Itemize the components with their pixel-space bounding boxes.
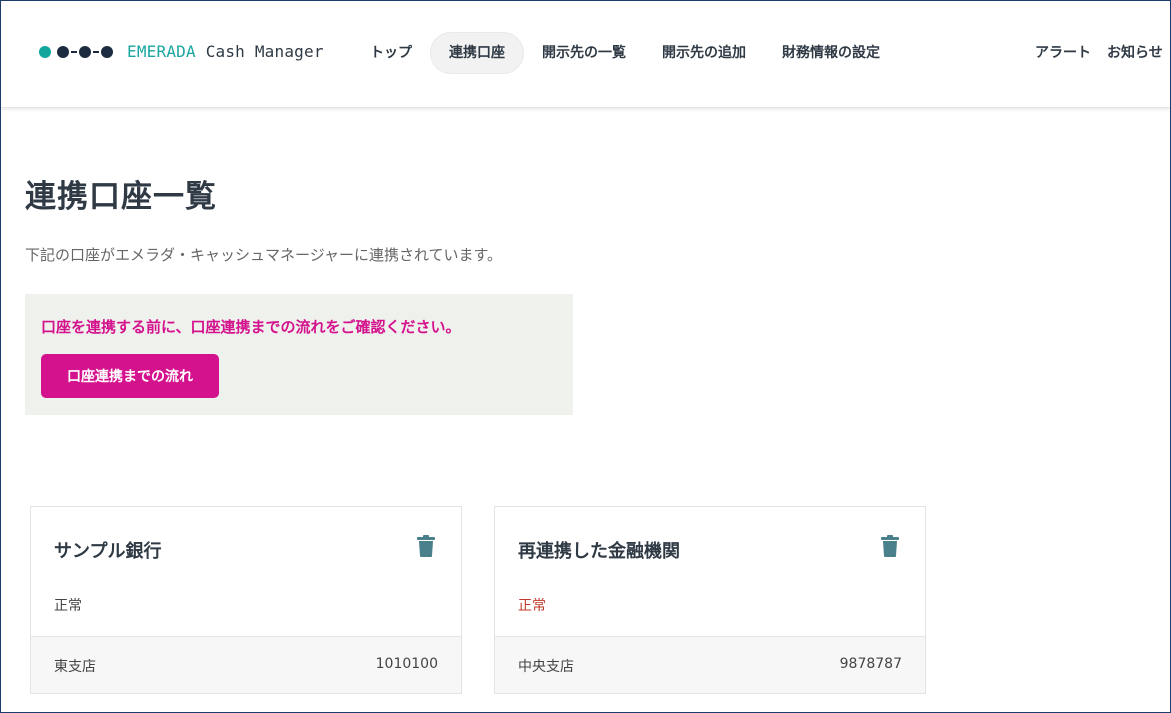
card-footer: 東支店 1010100 [31, 636, 461, 693]
notice-text: 口座を連携する前に、口座連携までの流れをご確認ください。 [41, 318, 461, 336]
nav-disclosure-list[interactable]: 開示先の一覧 [524, 32, 644, 74]
page-title: 連携口座一覧 [25, 179, 217, 215]
logo[interactable]: EMERADA Cash Manager [39, 42, 324, 61]
nav-financial-settings[interactable]: 財務情報の設定 [764, 32, 898, 74]
page-description: 下記の口座がエメラダ・キャッシュマネージャーに連携されています。 [25, 246, 503, 264]
branch-name: 中央支店 [518, 659, 574, 675]
account-number: 9878787 [839, 656, 902, 672]
status-text: 正常 [54, 598, 82, 614]
card-footer: 中央支店 9878787 [495, 636, 925, 693]
trash-icon[interactable] [881, 535, 899, 557]
logo-dots-icon [39, 45, 115, 58]
header-right-links: アラート お知らせ [1035, 32, 1171, 74]
nav-top[interactable]: トップ [352, 32, 430, 74]
account-number: 1010100 [375, 656, 438, 672]
logo-text: EMERADA Cash Manager [127, 42, 324, 61]
branch-name: 東支店 [54, 659, 96, 675]
trash-icon[interactable] [417, 535, 435, 557]
nav-notices[interactable]: お知らせ [1107, 32, 1163, 74]
account-card[interactable]: サンプル銀行 正常 東支店 1010100 [30, 506, 462, 694]
status-text: 正常 [518, 598, 546, 614]
account-card[interactable]: 再連携した金融機関 正常 中央支店 9878787 [494, 506, 926, 694]
main-nav: トップ 連携口座 開示先の一覧 開示先の追加 財務情報の設定 [352, 32, 898, 74]
bank-name: 再連携した金融機関 [518, 541, 680, 562]
linking-flow-button[interactable]: 口座連携までの流れ [41, 354, 219, 398]
notice-box: 口座を連携する前に、口座連携までの流れをご確認ください。 口座連携までの流れ [25, 294, 573, 415]
nav-linked-accounts[interactable]: 連携口座 [430, 32, 524, 74]
nav-alerts[interactable]: アラート [1035, 32, 1091, 74]
top-header: EMERADA Cash Manager トップ 連携口座 開示先の一覧 開示先… [1, 1, 1170, 108]
nav-add-disclosure[interactable]: 開示先の追加 [644, 32, 764, 74]
bank-name: サンプル銀行 [54, 541, 162, 562]
